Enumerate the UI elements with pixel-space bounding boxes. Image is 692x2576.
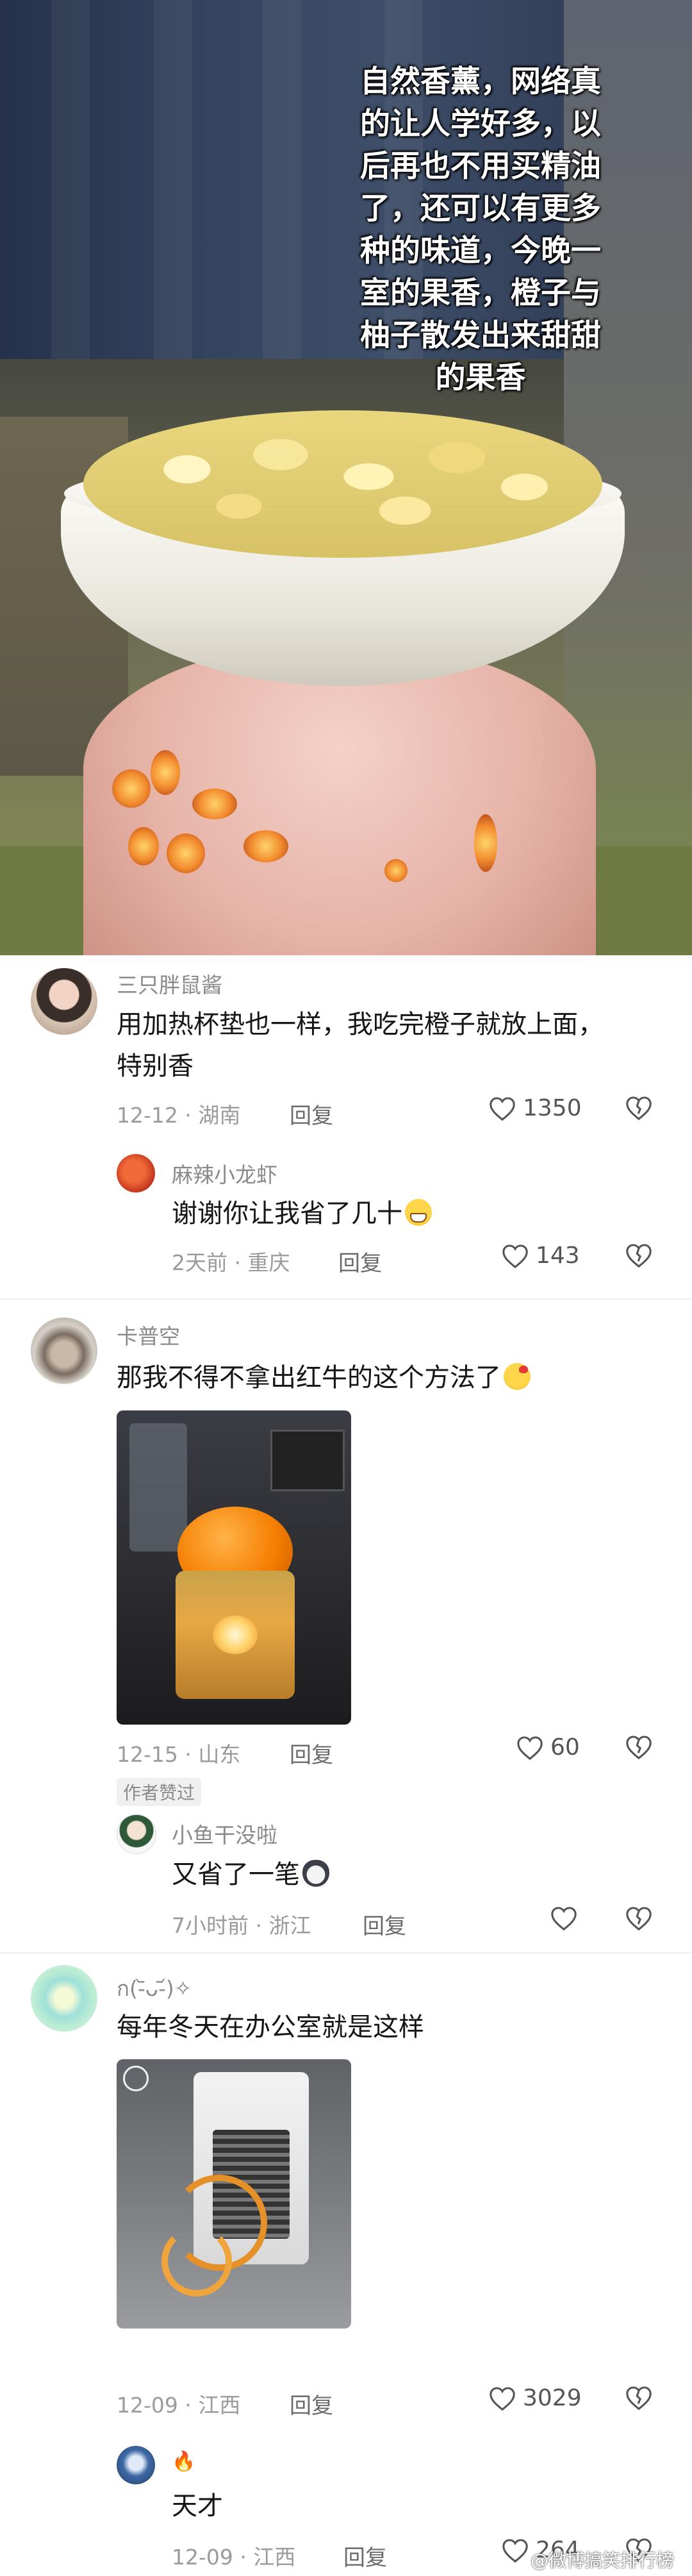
reply-meta: 12-09 · 江西 — [172, 2545, 296, 2570]
reply-text: 谢谢你让我省了几十 — [172, 1194, 432, 1234]
like-button[interactable]: 143 — [501, 1242, 580, 1269]
reply-username[interactable]: 麻辣小龙虾 — [172, 1158, 277, 1189]
comment-username[interactable]: 三只胖鼠酱 — [117, 968, 222, 999]
reply-username[interactable]: 🔥 — [172, 2450, 195, 2473]
broken-heart-icon — [625, 2385, 653, 2411]
reply-text: 又省了一笔 — [172, 1855, 329, 1894]
comment-text: 每年冬天在办公室就是这样 — [117, 2012, 424, 2042]
post-caption: 自然香薰，网络真 的让人学好多，以 后再也不用买精油 了，还可以有更多 种的味道… — [360, 64, 601, 396]
kiss-icon — [504, 1363, 531, 1390]
comment-meta: 12-12 · 湖南 — [117, 1103, 241, 1128]
author-liked-badge: 作者赞过 — [117, 1778, 202, 1806]
dislike-button[interactable] — [625, 1242, 653, 1268]
reply-location: 浙江 — [268, 1913, 311, 1938]
like-count: 3029 — [523, 2385, 582, 2411]
comment-text: 特别香 — [117, 1051, 194, 1081]
dislike-button[interactable] — [625, 2385, 653, 2411]
broken-heart-icon — [625, 1905, 653, 1931]
comment-location: 湖南 — [198, 1103, 241, 1128]
reply-avatar[interactable] — [117, 2446, 155, 2484]
reply-button[interactable]: 回复 — [290, 1737, 333, 1769]
comment-location: 山东 — [198, 1742, 241, 1767]
reply-button[interactable]: 回复 — [338, 1246, 382, 1277]
avatar[interactable] — [31, 968, 97, 1035]
dislike-button[interactable] — [625, 1095, 653, 1121]
broken-heart-icon — [625, 1734, 653, 1760]
like-button[interactable]: 1350 — [488, 1095, 582, 1121]
comment-username[interactable]: ก(-᷅ᴗ-᷄)✧ — [117, 1971, 192, 2005]
like-count: 1350 — [523, 1095, 582, 1121]
grin-icon — [405, 1199, 432, 1226]
reply-button[interactable]: 回复 — [290, 2388, 333, 2420]
dislike-button[interactable] — [625, 1734, 653, 1760]
heart-icon — [501, 2538, 529, 2563]
like-button[interactable]: 60 — [516, 1734, 580, 1761]
post-photo[interactable]: 自然香薰，网络真 的让人学好多，以 后再也不用买精油 了，还可以有更多 种的味道… — [0, 0, 692, 955]
comment-text: 那我不得不拿出红牛的这个方法了 — [117, 1358, 531, 1398]
comment-text: 用加热杯垫也一样，我吃完橙子就放上面， — [117, 1010, 604, 1039]
reply-avatar[interactable] — [117, 1154, 155, 1192]
reply-meta: 7小时前 · 浙江 — [172, 1913, 311, 1938]
heart-icon — [501, 1243, 529, 1269]
divider — [0, 1298, 692, 1300]
comment-date: 12-12 — [117, 1103, 178, 1128]
comment-date: 12-09 — [117, 2393, 178, 2418]
reply-text: 天才 — [172, 2491, 223, 2521]
comment-image[interactable] — [117, 1410, 351, 1725]
reply-location: 江西 — [253, 2545, 296, 2570]
watermark: @微博搞笑排行榜 — [530, 2550, 674, 2571]
dislike-button[interactable] — [625, 1905, 653, 1931]
heart-icon — [488, 1096, 516, 1121]
like-button[interactable] — [550, 1905, 578, 1931]
comment-meta: 12-09 · 江西 — [117, 2393, 241, 2418]
reply-meta: 2天前 · 重庆 — [172, 1250, 290, 1275]
reply-button[interactable]: 回复 — [363, 1909, 406, 1940]
like-button[interactable]: 3029 — [488, 2385, 582, 2411]
comment-meta: 12-15 · 山东 — [117, 1742, 241, 1767]
comment-username[interactable]: 卡普空 — [117, 1319, 180, 1350]
comment-location: 江西 — [198, 2393, 241, 2418]
heart-icon — [516, 1735, 544, 1761]
cat-icon — [302, 1860, 329, 1887]
like-count: 143 — [536, 1242, 580, 1269]
reply-button[interactable]: 回复 — [290, 1098, 333, 1130]
reply-location: 重庆 — [247, 1250, 290, 1275]
reply-avatar[interactable] — [117, 1814, 156, 1854]
broken-heart-icon — [625, 1095, 653, 1121]
avatar[interactable] — [31, 1317, 97, 1384]
heart-icon — [550, 1905, 578, 1931]
reply-date: 2天前 — [172, 1250, 227, 1275]
comment-image[interactable] — [117, 2059, 351, 2329]
divider — [0, 1952, 692, 1953]
reply-username[interactable]: 小鱼干没啦 — [172, 1818, 277, 1849]
broken-heart-icon — [625, 1242, 653, 1268]
comment-date: 12-15 — [117, 1742, 178, 1767]
heart-icon — [488, 2386, 516, 2411]
avatar[interactable] — [31, 1965, 97, 2032]
reply-date: 12-09 — [172, 2545, 233, 2570]
reply-button[interactable]: 回复 — [343, 2540, 387, 2572]
aroma-burner-base — [83, 641, 596, 955]
citrus-peel-pile — [83, 410, 602, 558]
reply-date: 7小时前 — [172, 1913, 249, 1938]
like-count: 60 — [550, 1734, 580, 1761]
